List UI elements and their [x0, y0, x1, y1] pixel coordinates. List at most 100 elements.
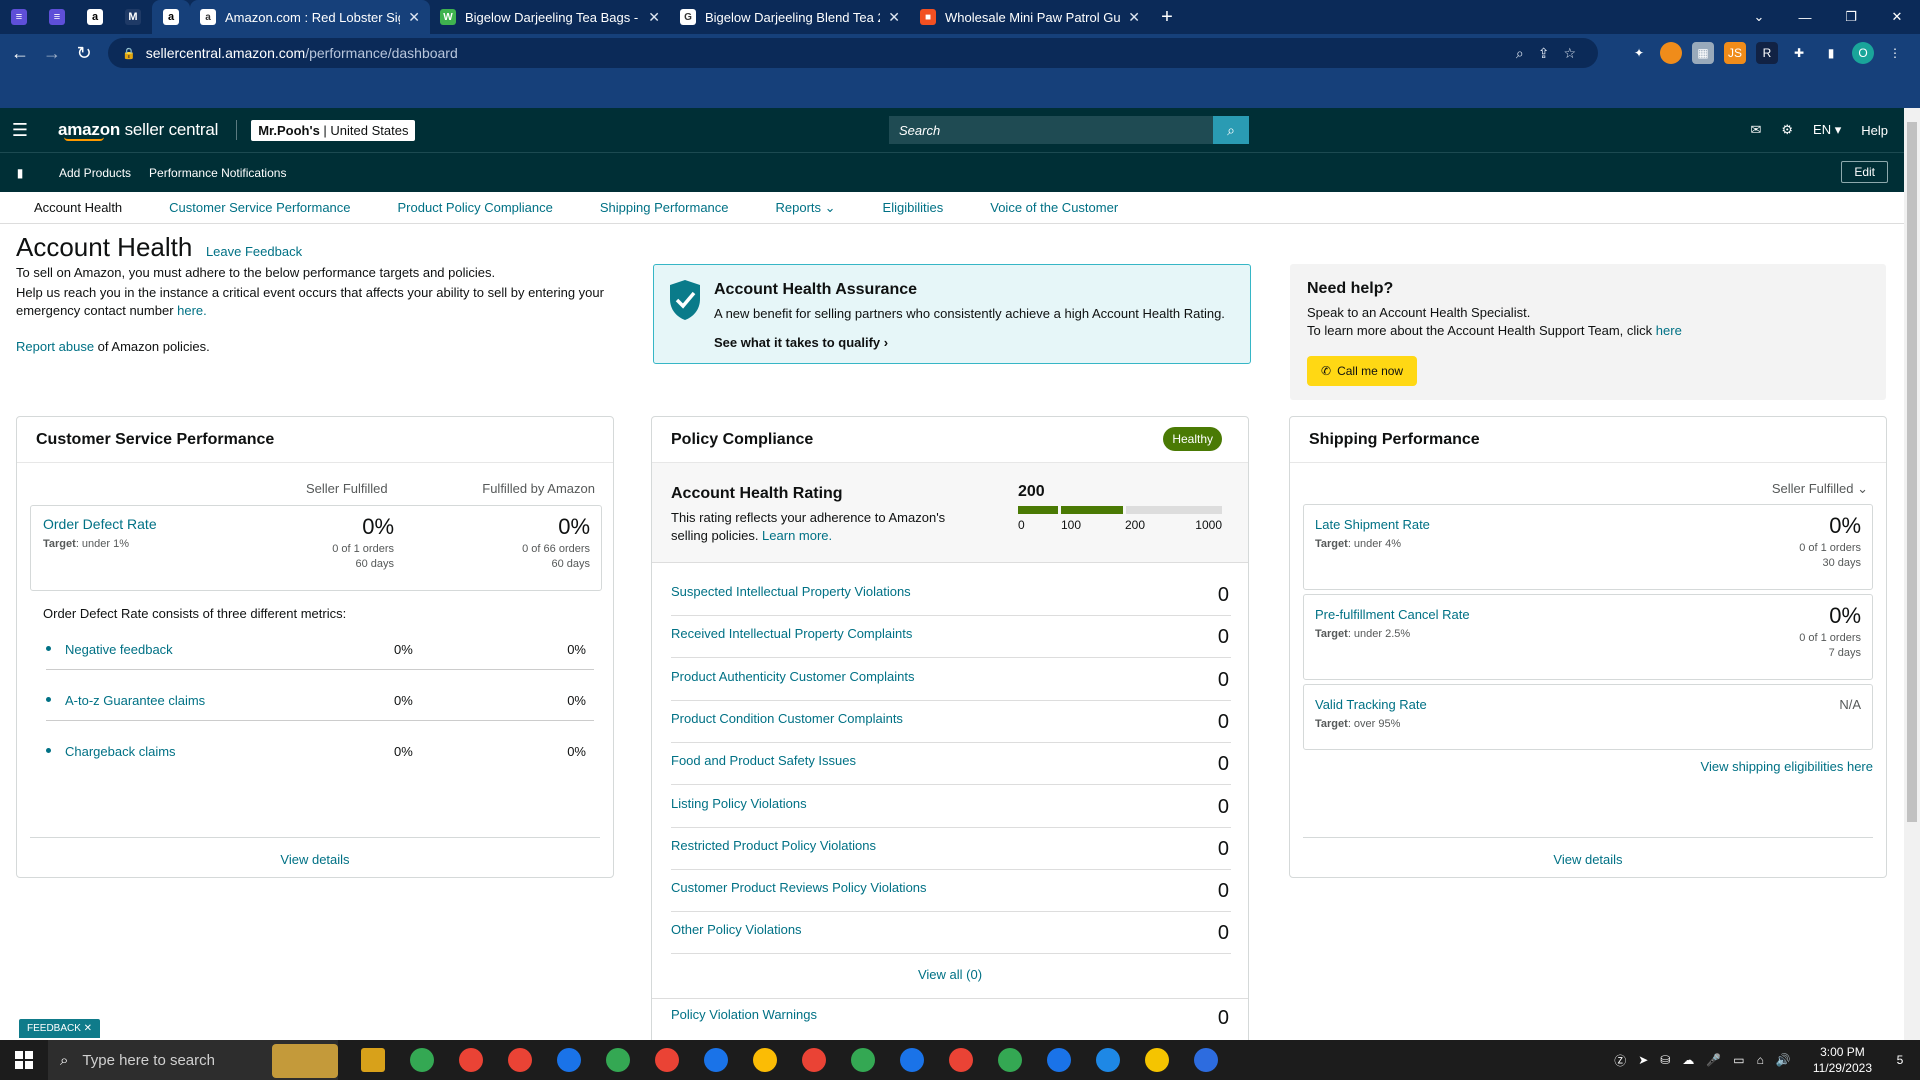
restore-button[interactable]: ❐ [1828, 0, 1874, 34]
reload-button[interactable]: ↻ [68, 43, 100, 64]
taskbar-app-icon[interactable] [1083, 1040, 1132, 1080]
shipping-metric-link[interactable]: Pre-fulfillment Cancel Rate [1315, 607, 1470, 622]
policy-violation-link[interactable]: Food and Product Safety Issues [671, 753, 856, 768]
call-me-now-button[interactable]: ✆ Call me now [1307, 356, 1418, 386]
close-window-button[interactable]: ✕ [1874, 0, 1920, 34]
report-abuse-link[interactable]: Report abuse [16, 339, 94, 354]
taskbar-app-icon[interactable] [544, 1040, 593, 1080]
header-search-input[interactable]: Search [889, 116, 1213, 144]
bookmark-icon[interactable]: ▮ [0, 166, 40, 180]
back-button[interactable]: ← [4, 43, 36, 64]
page-scrollbar[interactable] [1904, 108, 1920, 1040]
emergency-contact-link[interactable]: here. [177, 303, 207, 318]
extensions-puzzle-icon[interactable]: ✚ [1788, 42, 1810, 64]
add-products-link[interactable]: Add Products [59, 166, 131, 180]
ahr-learn-more-link[interactable]: Learn more. [762, 528, 832, 543]
extension-circle-icon[interactable] [1660, 42, 1682, 64]
microphone-icon[interactable]: 🎤 [1706, 1053, 1721, 1067]
taskbar-app-icon[interactable] [789, 1040, 838, 1080]
browser-tab[interactable]: ■ Wholesale Mini Paw Patrol Guita ✕ [910, 0, 1150, 34]
telegram-tray-icon[interactable]: ➤ [1638, 1053, 1648, 1067]
notification-center-icon[interactable]: 5 [1888, 1053, 1912, 1067]
shipping-metric-link[interactable]: Late Shipment Rate [1315, 517, 1430, 532]
extension-sparkle-icon[interactable]: ✦ [1628, 42, 1650, 64]
taskbar-app-icon[interactable] [642, 1040, 691, 1080]
battery-icon[interactable]: ▭ [1733, 1053, 1744, 1067]
volume-icon[interactable]: 🔊 [1776, 1053, 1791, 1067]
policy-violation-link[interactable]: Product Condition Customer Complaints [671, 711, 903, 726]
bookmark-star-icon[interactable]: ☆ [1563, 45, 1576, 62]
profile-avatar[interactable]: O [1852, 42, 1874, 64]
policy-violation-link[interactable]: Suspected Intellectual Property Violatio… [671, 584, 911, 599]
extension-js-icon[interactable]: JS [1724, 42, 1746, 64]
address-bar[interactable]: 🔒 sellercentral.amazon.com/performance/d… [108, 38, 1598, 68]
policy-violation-link[interactable]: Received Intellectual Property Complaint… [671, 626, 912, 641]
pinned-tab[interactable]: a [76, 0, 114, 34]
policy-warnings-link[interactable]: Policy Violation Warnings [671, 1007, 817, 1022]
close-tab-icon[interactable]: ✕ [648, 9, 660, 26]
forward-button[interactable]: → [36, 43, 68, 64]
performance-notifications-link[interactable]: Performance Notifications [149, 166, 286, 180]
subnav-item[interactable]: Voice of the Customer [990, 200, 1118, 215]
policy-violation-link[interactable]: Customer Product Reviews Policy Violatio… [671, 880, 927, 895]
network-icon[interactable]: ⌂ [1757, 1053, 1764, 1067]
browser-tab[interactable]: G Bigelow Darjeeling Blend Tea 28 ✕ [670, 0, 910, 34]
side-panel-icon[interactable]: ▮ [1820, 42, 1842, 64]
taskbar-search[interactable]: ⌕ Type here to search [48, 1040, 338, 1080]
share-icon[interactable]: ⇪ [1538, 45, 1550, 62]
feedback-tab[interactable]: FEEDBACK ✕ [19, 1019, 101, 1038]
minimize-button[interactable]: — [1782, 0, 1828, 34]
subnav-item[interactable]: Account Health [34, 200, 122, 215]
taskbar-app-icon[interactable] [985, 1040, 1034, 1080]
order-defect-rate-link[interactable]: Order Defect Rate [43, 516, 157, 532]
subnav-item[interactable]: Customer Service Performance [169, 200, 350, 215]
browser-menu-icon[interactable]: ⋮ [1884, 42, 1906, 64]
taskbar-app-icon[interactable] [936, 1040, 985, 1080]
taskbar-app-icon[interactable] [348, 1040, 397, 1080]
policy-violation-link[interactable]: Listing Policy Violations [671, 796, 807, 811]
cloud-tray-icon[interactable]: ☁ [1682, 1053, 1694, 1067]
taskbar-app-icon[interactable] [691, 1040, 740, 1080]
odr-metric-link[interactable]: Negative feedback [65, 642, 173, 657]
mail-icon[interactable]: ✉ [1750, 122, 1761, 138]
csp-view-details-link[interactable]: View details [30, 837, 600, 867]
aha-qualify-link[interactable]: See what it takes to qualify › [714, 335, 888, 350]
taskbar-app-icon[interactable] [740, 1040, 789, 1080]
browser-tab[interactable]: a Amazon.com : Red Lobster Signa ✕ [190, 0, 430, 34]
shipping-eligibilities-link[interactable]: View shipping eligibilities here [1701, 759, 1873, 774]
close-tab-icon[interactable]: ✕ [888, 9, 900, 26]
close-tab-icon[interactable]: ✕ [1128, 9, 1140, 26]
drive-tray-icon[interactable]: ⛁ [1660, 1053, 1670, 1067]
seller-central-logo[interactable]: amazon seller central [58, 120, 218, 141]
browser-tab[interactable]: W Bigelow Darjeeling Tea Bags - 28 ✕ [430, 0, 670, 34]
zoom-icon[interactable]: ⌕ [1516, 45, 1524, 62]
windows-start-icon[interactable] [0, 1051, 48, 1069]
scrollbar-thumb[interactable] [1907, 122, 1917, 822]
odr-metric-link[interactable]: A-to-z Guarantee claims [65, 693, 205, 708]
subnav-item[interactable]: Product Policy Compliance [398, 200, 553, 215]
tab-search-icon[interactable]: ⌄ [1736, 0, 1782, 34]
extension-image-icon[interactable]: ▦ [1692, 42, 1714, 64]
pinned-tab[interactable]: ≡ [0, 0, 38, 34]
taskbar-app-icon[interactable] [495, 1040, 544, 1080]
taskbar-app-icon[interactable] [838, 1040, 887, 1080]
taskbar-app-icon[interactable] [446, 1040, 495, 1080]
account-switcher[interactable]: Mr.Pooh's | United States [251, 119, 416, 141]
edit-bookmarks-button[interactable]: Edit [1841, 161, 1888, 183]
language-selector[interactable]: EN ▾ [1813, 122, 1841, 138]
pinned-tab[interactable]: M [114, 0, 152, 34]
taskbar-app-icon[interactable] [593, 1040, 642, 1080]
fulfillment-filter-dropdown[interactable]: Seller Fulfilled ⌄ [1772, 481, 1868, 497]
pinned-tab[interactable]: a [152, 0, 190, 34]
taskbar-app-icon[interactable] [1181, 1040, 1230, 1080]
policy-violation-link[interactable]: Restricted Product Policy Violations [671, 838, 876, 853]
shipping-view-details-link[interactable]: View details [1303, 837, 1873, 867]
hamburger-menu-icon[interactable]: ☰ [0, 120, 40, 141]
gear-icon[interactable]: ⚙ [1781, 122, 1793, 138]
taskbar-clock[interactable]: 3:00 PM 11/29/2023 [1813, 1044, 1872, 1076]
odr-metric-link[interactable]: Chargeback claims [65, 744, 176, 759]
pinned-tab[interactable]: ≡ [38, 0, 76, 34]
new-tab-button[interactable]: + [1150, 6, 1184, 29]
help-link[interactable]: Help [1861, 123, 1888, 138]
zoom-tray-icon[interactable]: Ⓩ [1614, 1052, 1626, 1069]
